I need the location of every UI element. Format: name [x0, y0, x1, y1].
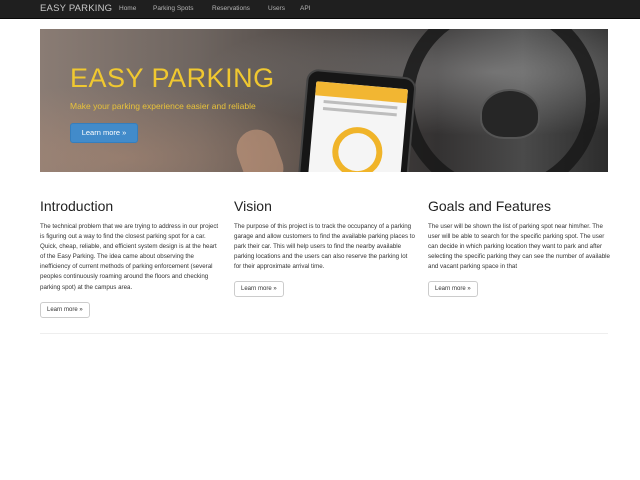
nav-link-parking-spots[interactable]: Parking Spots	[153, 5, 193, 12]
nav-link-users[interactable]: Users	[268, 5, 285, 12]
section-introduction: Introduction The technical problem that …	[40, 198, 222, 318]
section-title: Vision	[234, 198, 272, 214]
nav-link-reservations[interactable]: Reservations	[212, 5, 250, 12]
hero-subtitle: Make your parking experience easier and …	[70, 101, 256, 111]
navbar-brand[interactable]: EASY PARKING	[40, 3, 112, 14]
section-text: The purpose of this project is to track …	[234, 223, 415, 271]
learn-more-button[interactable]: Learn more »	[428, 281, 478, 298]
section-goals-and-features: Goals and Features The user will be show…	[428, 198, 610, 298]
hero-learn-more-button[interactable]: Learn more »	[70, 123, 138, 143]
section-text: The technical problem that we are trying…	[40, 223, 219, 291]
learn-more-button[interactable]: Learn more »	[40, 301, 90, 318]
hero-title: EASY PARKING	[70, 63, 275, 93]
phone-image	[296, 68, 418, 172]
phone-screen	[306, 81, 409, 172]
top-navbar: EASY PARKING Home Parking Spots Reservat…	[0, 0, 640, 19]
footer-divider	[40, 333, 608, 334]
steering-wheel-hub-image	[480, 89, 540, 139]
nav-link-api[interactable]: API	[300, 5, 310, 12]
nav-link-home[interactable]: Home	[119, 5, 136, 12]
learn-more-button[interactable]: Learn more »	[234, 281, 284, 298]
section-title: Goals and Features	[428, 198, 551, 214]
section-title: Introduction	[40, 198, 114, 214]
section-vision: Vision The purpose of this project is to…	[234, 198, 416, 298]
hero-banner: EASY PARKING Make your parking experienc…	[40, 29, 608, 172]
phone-gauge-icon	[330, 125, 385, 172]
section-text: The user will be shown the list of parki…	[428, 223, 610, 271]
